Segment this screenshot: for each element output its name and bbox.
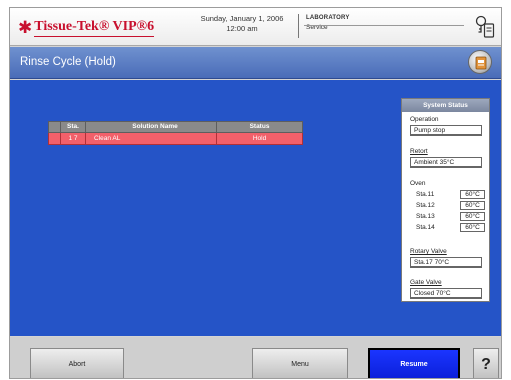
oven-temp: 60°C	[460, 190, 485, 199]
oven-station: Sta.12	[416, 202, 435, 209]
gate-valve-value: Closed 70°C	[410, 288, 482, 299]
header-bar: ✱ Tissue-Tek® VIP®6 Sunday, January 1, 2…	[10, 8, 501, 46]
column-header-solution: Solution Name	[86, 122, 217, 132]
date-text: Sunday, January 1, 2006	[200, 14, 284, 23]
system-status-panel: System Status Operation Pump stop Retort…	[401, 98, 490, 302]
info-button[interactable]	[468, 50, 492, 74]
access-key-icon[interactable]	[475, 15, 495, 39]
table-header-spacer	[49, 122, 61, 132]
abort-button[interactable]: Abort	[30, 348, 124, 378]
oven-station: Sta.11	[416, 191, 435, 198]
main-panel: Sta. Solution Name Status 1 7 Clean AL H…	[10, 80, 501, 336]
oven-station: Sta.13	[416, 213, 435, 220]
oven-temp: 60°C	[460, 212, 485, 221]
location-line1: LABORATORY	[306, 15, 350, 21]
column-header-station: Sta.	[61, 122, 86, 132]
star-icon: ✱	[18, 18, 33, 37]
page-title: Rinse Cycle (Hold)	[20, 56, 116, 68]
header-divider	[298, 14, 299, 38]
rotary-valve-value: Sta.17 70°C	[410, 257, 482, 268]
oven-station: Sta.14	[416, 224, 435, 231]
oven-label: Oven	[410, 180, 426, 187]
app-window: ✱ Tissue-Tek® VIP®6 Sunday, January 1, 2…	[9, 7, 502, 379]
logo-text: Tissue-Tek® VIP®6	[34, 19, 155, 37]
location-display: LABORATORY Service	[306, 14, 350, 32]
cell-status: Hold	[252, 135, 267, 142]
retort-label: Retort	[410, 148, 428, 155]
time-text: 12:00 am	[226, 24, 258, 33]
table-row[interactable]: 1 7 Clean AL Hold	[48, 133, 303, 145]
operation-label: Operation	[410, 116, 439, 123]
operation-value: Pump stop	[410, 125, 482, 136]
cell-solution: Clean AL	[86, 133, 217, 144]
column-header-status: Status	[249, 123, 270, 130]
system-status-title: System Status	[402, 99, 489, 112]
gate-valve-label: Gate Valve	[410, 279, 442, 286]
menu-button[interactable]: Menu	[252, 348, 348, 378]
row-marker	[49, 133, 61, 144]
resume-button[interactable]: Resume	[368, 348, 460, 378]
table-header: Sta. Solution Name Status	[48, 121, 303, 133]
datetime-display: Sunday, January 1, 2006 12:00 am	[192, 14, 292, 34]
oven-temp: 60°C	[460, 201, 485, 210]
cell-station: 1 7	[61, 133, 86, 144]
station-table: Sta. Solution Name Status 1 7 Clean AL H…	[48, 121, 303, 145]
brand-logo: ✱ Tissue-Tek® VIP®6	[18, 18, 155, 38]
info-icon	[475, 56, 487, 70]
rotary-valve-label: Rotary Valve	[410, 248, 447, 255]
help-button[interactable]: ?	[473, 348, 499, 378]
oven-temp: 60°C	[460, 223, 485, 232]
header-rule	[304, 25, 464, 26]
retort-value: Ambient 35°C	[410, 157, 482, 168]
title-bar: Rinse Cycle (Hold)	[10, 47, 501, 79]
bottom-bar: Abort Menu Resume ?	[10, 337, 501, 378]
